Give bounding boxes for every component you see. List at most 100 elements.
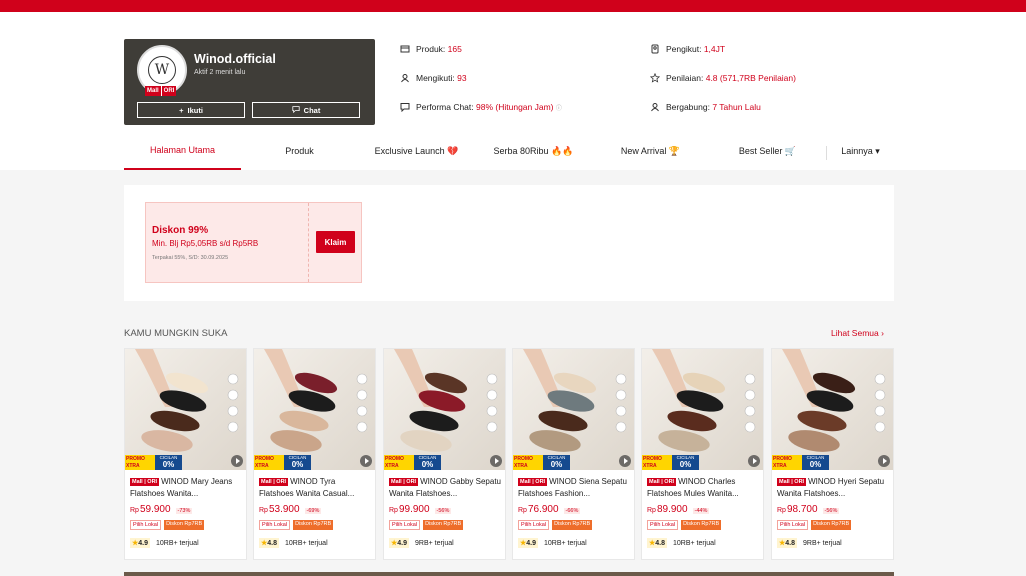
discount-voucher-tag: Diskon Rp7RB (293, 520, 334, 530)
tab-products[interactable]: Produk (241, 132, 358, 170)
stat-followers: Pengikut: 1,4JT (650, 44, 725, 54)
voucher-divider (308, 203, 309, 282)
discount-voucher-tag: Diskon Rp7RB (164, 520, 205, 530)
cicilan-label: CICILAN 0% (543, 455, 570, 470)
store-icon (400, 45, 410, 53)
shop-tabs: Halaman Utama Produk Exclusive Launch 💔 … (124, 132, 894, 170)
chat-bubble-icon (292, 105, 300, 115)
discount-badge: -66% (563, 508, 581, 514)
mall-ori-badge: Mall ORI (145, 86, 177, 96)
cicilan-label: CICILAN 0% (672, 455, 699, 470)
chevron-right-icon: › (881, 328, 884, 338)
product-price: Rp 76.900 -66% (518, 504, 581, 515)
chat-button[interactable]: Chat (252, 102, 360, 118)
info-icon: ⓘ (555, 106, 562, 112)
product-name[interactable]: Mall | ORI WINOD Mary Jeans Flatshoes Wan… (130, 476, 242, 500)
discount-badge: -44% (692, 508, 710, 514)
product-name[interactable]: Mall | ORI WINOD Siena Sepatu Flatshoes F… (518, 476, 630, 500)
follow-button[interactable]: + Ikuti (137, 102, 245, 118)
product-name[interactable]: Mall | ORI WINOD Gabby Sepatu Wanita Flat… (389, 476, 501, 500)
sold-count: 10RB+ terjual (156, 539, 199, 547)
promo-xtra-label: PROMO XTRA (384, 455, 414, 470)
promo-xtra-label: PROMO XTRA (254, 455, 284, 470)
mall-ori-badge: Mall | ORI (647, 478, 677, 486)
promo-xtra-label: PROMO XTRA (642, 455, 672, 470)
claim-voucher-button[interactable]: Klaim (316, 231, 355, 253)
mall-ori-badge: Mall | ORI (259, 478, 289, 486)
cicilan-label: CICILAN 0% (284, 455, 311, 470)
tab-more[interactable]: Lainnya ▾ (827, 132, 894, 170)
pilih-lokal-tag: Pilih Lokal (647, 520, 679, 530)
pilih-lokal-tag: Pilih Lokal (518, 520, 550, 530)
pilih-lokal-tag: Pilih Lokal (777, 520, 809, 530)
plus-icon: + (179, 105, 184, 115)
section-title: KAMU MUNGKIN SUKA (124, 328, 228, 339)
product-price: Rp 89.900 -44% (647, 504, 710, 515)
tab-new-arrival[interactable]: New Arrival 🏆 (592, 132, 709, 170)
stat-rating: Penilaian: 4.8 (571,7RB Penilaian) (650, 73, 796, 83)
tab-exclusive-launch[interactable]: Exclusive Launch 💔 (358, 132, 475, 170)
stat-following: Mengikuti: 93 (400, 73, 467, 83)
product-price: Rp 59.900 -73% (130, 504, 193, 515)
voucher-note: Terpakai 55%, S/D: 30.09.2025 (152, 255, 229, 261)
product-rating: ★4.9 9RB+ terjual (389, 538, 454, 548)
product-price: Rp 99.900 -56% (389, 504, 452, 515)
pilih-lokal-tag: Pilih Lokal (389, 520, 421, 530)
promo-xtra-label: PROMO XTRA (772, 455, 802, 470)
discount-badge: -56% (822, 508, 840, 514)
product-tags: Pilih Lokal Diskon Rp7RB (647, 520, 722, 530)
product-card[interactable]: PROMO XTRA CICILAN 0% Mall | ORI WINOD Cha… (641, 348, 764, 560)
product-card[interactable]: PROMO XTRA CICILAN 0% Mall | ORI WINOD Mar… (124, 348, 247, 560)
tab-best-seller[interactable]: Best Seller 🛒 (709, 132, 826, 170)
discount-voucher-tag: Diskon Rp7RB (552, 520, 593, 530)
product-card[interactable]: PROMO XTRA CICILAN 0% Mall | ORI WINOD Hye… (771, 348, 894, 560)
product-name[interactable]: Mall | ORI WINOD Charles Flatshoes Mules … (647, 476, 759, 500)
shop-active-status: Aktif 2 menit lalu (194, 69, 246, 76)
voucher-subtitle: Min. Blj Rp5,05RB s/d Rp5RB (152, 239, 259, 248)
see-all-link[interactable]: Lihat Semua › (831, 328, 884, 338)
joined-icon (651, 103, 659, 112)
video-play-icon[interactable] (619, 455, 631, 467)
product-image[interactable] (254, 349, 375, 470)
product-card[interactable]: PROMO XTRA CICILAN 0% Mall | ORI WINOD Gab… (383, 348, 506, 560)
product-name[interactable]: Mall | ORI WINOD Hyeri Sepatu Wanita Flat… (777, 476, 889, 500)
sold-count: 9RB+ terjual (803, 539, 842, 547)
video-play-icon[interactable] (360, 455, 372, 467)
discount-badge: -69% (304, 508, 322, 514)
product-image[interactable] (513, 349, 634, 470)
video-play-icon[interactable] (878, 455, 890, 467)
product-card[interactable]: PROMO XTRA CICILAN 0% Mall | ORI WINOD Sie… (512, 348, 635, 560)
discount-voucher-tag: Diskon Rp7RB (681, 520, 722, 530)
voucher-card: Diskon 99% Min. Blj Rp5,05RB s/d Rp5RB T… (145, 202, 362, 283)
promo-badge: PROMO XTRA CICILAN 0% (254, 455, 311, 470)
sold-count: 10RB+ terjual (285, 539, 328, 547)
user-icon (401, 74, 409, 83)
sold-count: 10RB+ terjual (544, 539, 587, 547)
mall-ori-badge: Mall | ORI (777, 478, 807, 486)
product-rating: ★4.8 10RB+ terjual (259, 538, 328, 548)
shop-logo: W (148, 56, 176, 84)
product-rating: ★4.8 10RB+ terjual (647, 538, 716, 548)
product-image[interactable] (384, 349, 505, 470)
product-image[interactable] (642, 349, 763, 470)
discount-badge: -56% (434, 508, 452, 514)
product-card[interactable]: PROMO XTRA CICILAN 0% Mall | ORI WINOD Tyr… (253, 348, 376, 560)
video-play-icon[interactable] (490, 455, 502, 467)
chat-icon (400, 103, 410, 112)
product-image[interactable] (772, 349, 893, 470)
stat-joined: Bergabung: 7 Tahun Lalu (650, 102, 761, 112)
product-tags: Pilih Lokal Diskon Rp7RB (389, 520, 464, 530)
tab-home[interactable]: Halaman Utama (124, 132, 241, 170)
product-rating: ★4.9 10RB+ terjual (130, 538, 199, 548)
tab-serba-80ribu[interactable]: Serba 80Ribu 🔥🔥 (475, 132, 592, 170)
video-play-icon[interactable] (748, 455, 760, 467)
next-banner-edge (124, 572, 894, 576)
video-play-icon[interactable] (231, 455, 243, 467)
voucher-panel: Diskon 99% Min. Blj Rp5,05RB s/d Rp5RB T… (124, 185, 894, 301)
promo-xtra-label: PROMO XTRA (125, 455, 155, 470)
product-image[interactable] (125, 349, 246, 470)
product-rating: ★4.9 10RB+ terjual (518, 538, 587, 548)
product-name[interactable]: Mall | ORI WINOD Tyra Flatshoes Wanita Ca… (259, 476, 371, 500)
mall-ori-badge: Mall | ORI (518, 478, 548, 486)
mall-ori-badge: Mall | ORI (389, 478, 419, 486)
